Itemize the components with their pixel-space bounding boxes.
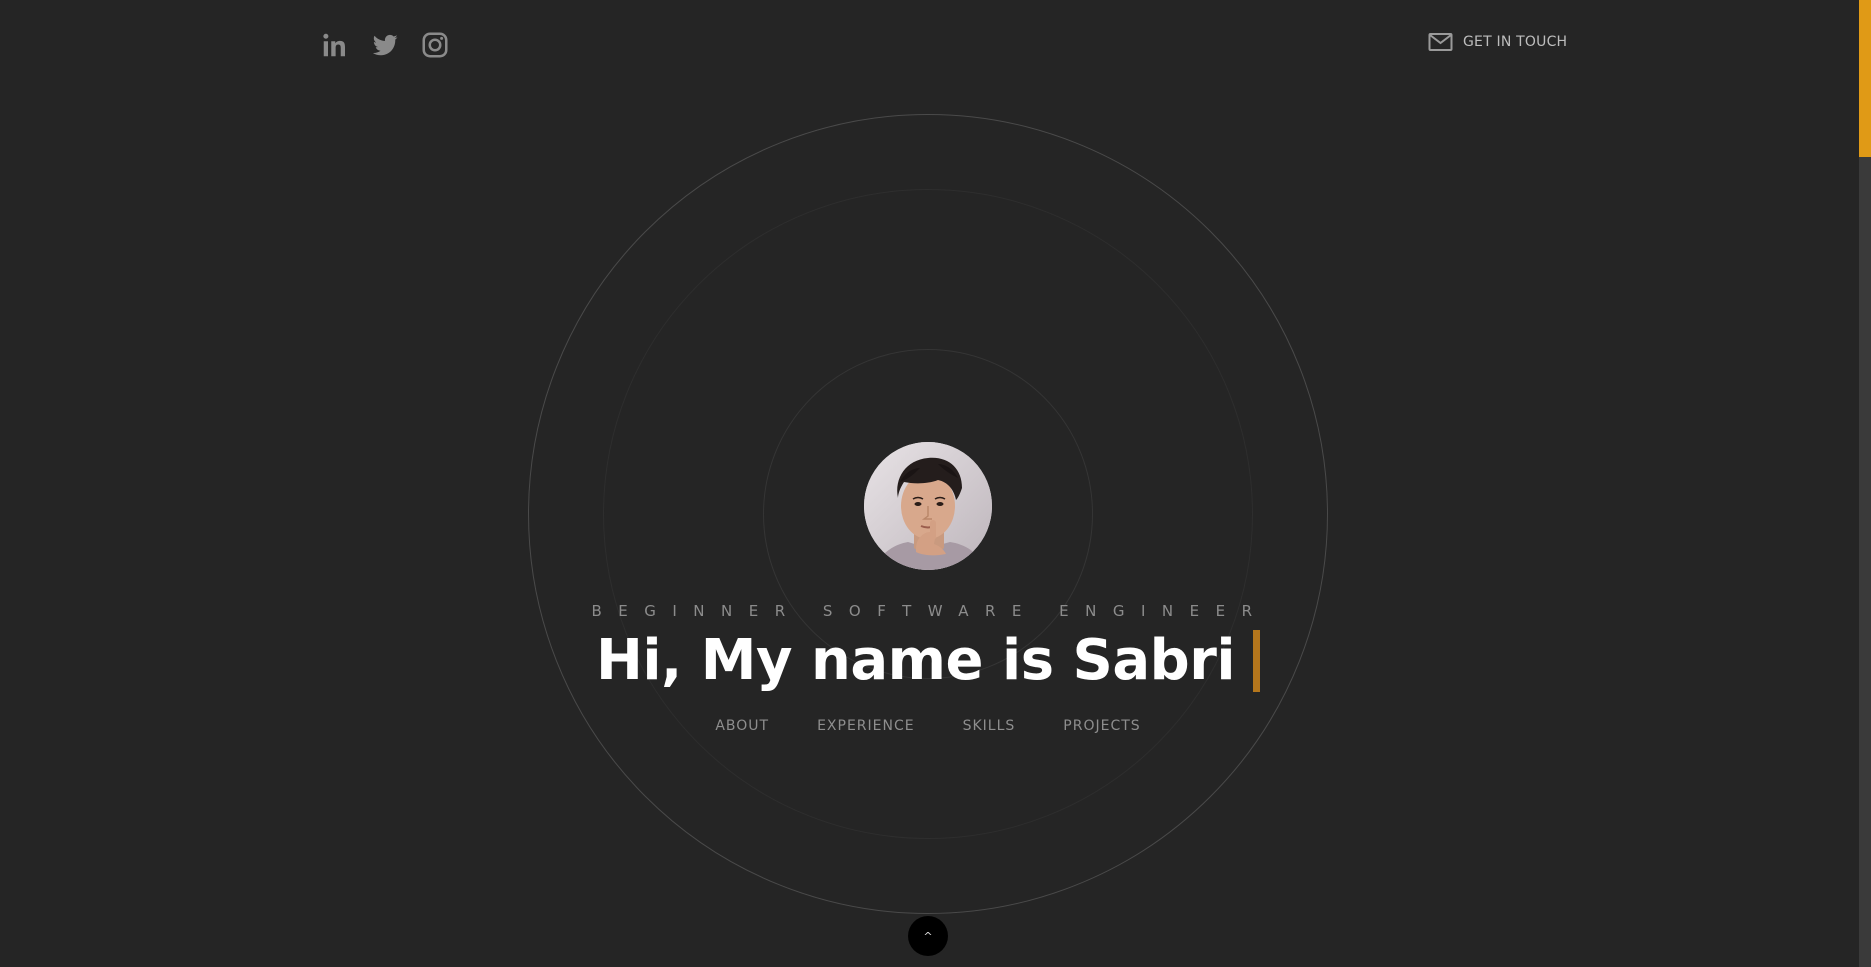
hero-menu: ABOUT EXPERIENCE SKILLS PROJECTS bbox=[0, 718, 1856, 734]
scrollbar-thumb[interactable] bbox=[1859, 0, 1871, 157]
tagline: BEGINNER SOFTWARE ENGINEER bbox=[591, 602, 1269, 620]
menu-experience[interactable]: EXPERIENCE bbox=[817, 718, 915, 734]
profile-photo bbox=[864, 442, 992, 570]
linkedin-icon bbox=[323, 33, 345, 57]
headline-container: Hi, My name is Sabri bbox=[0, 628, 1856, 693]
page: GET IN TOUCH BEGINNER SOFTWARE ENGINEER … bbox=[0, 0, 1871, 967]
headline: Hi, My name is Sabri bbox=[595, 628, 1236, 693]
mail-icon bbox=[1428, 33, 1453, 51]
instagram-link[interactable] bbox=[420, 30, 450, 60]
menu-about[interactable]: ABOUT bbox=[715, 718, 769, 734]
twitter-link[interactable] bbox=[370, 30, 400, 60]
scroll-to-top-label: ^ bbox=[923, 929, 933, 943]
typing-cursor bbox=[1253, 629, 1261, 692]
scroll-to-top-button[interactable]: ^ bbox=[908, 916, 948, 956]
instagram-icon bbox=[422, 32, 448, 58]
avatar bbox=[864, 442, 992, 570]
menu-projects[interactable]: PROJECTS bbox=[1063, 718, 1140, 734]
menu-skills[interactable]: SKILLS bbox=[963, 718, 1016, 734]
twitter-icon bbox=[372, 34, 398, 56]
social-links bbox=[320, 30, 450, 60]
linkedin-link[interactable] bbox=[320, 30, 350, 60]
get-in-touch-link[interactable]: GET IN TOUCH bbox=[1428, 32, 1567, 52]
get-in-touch-label: GET IN TOUCH bbox=[1463, 34, 1568, 50]
